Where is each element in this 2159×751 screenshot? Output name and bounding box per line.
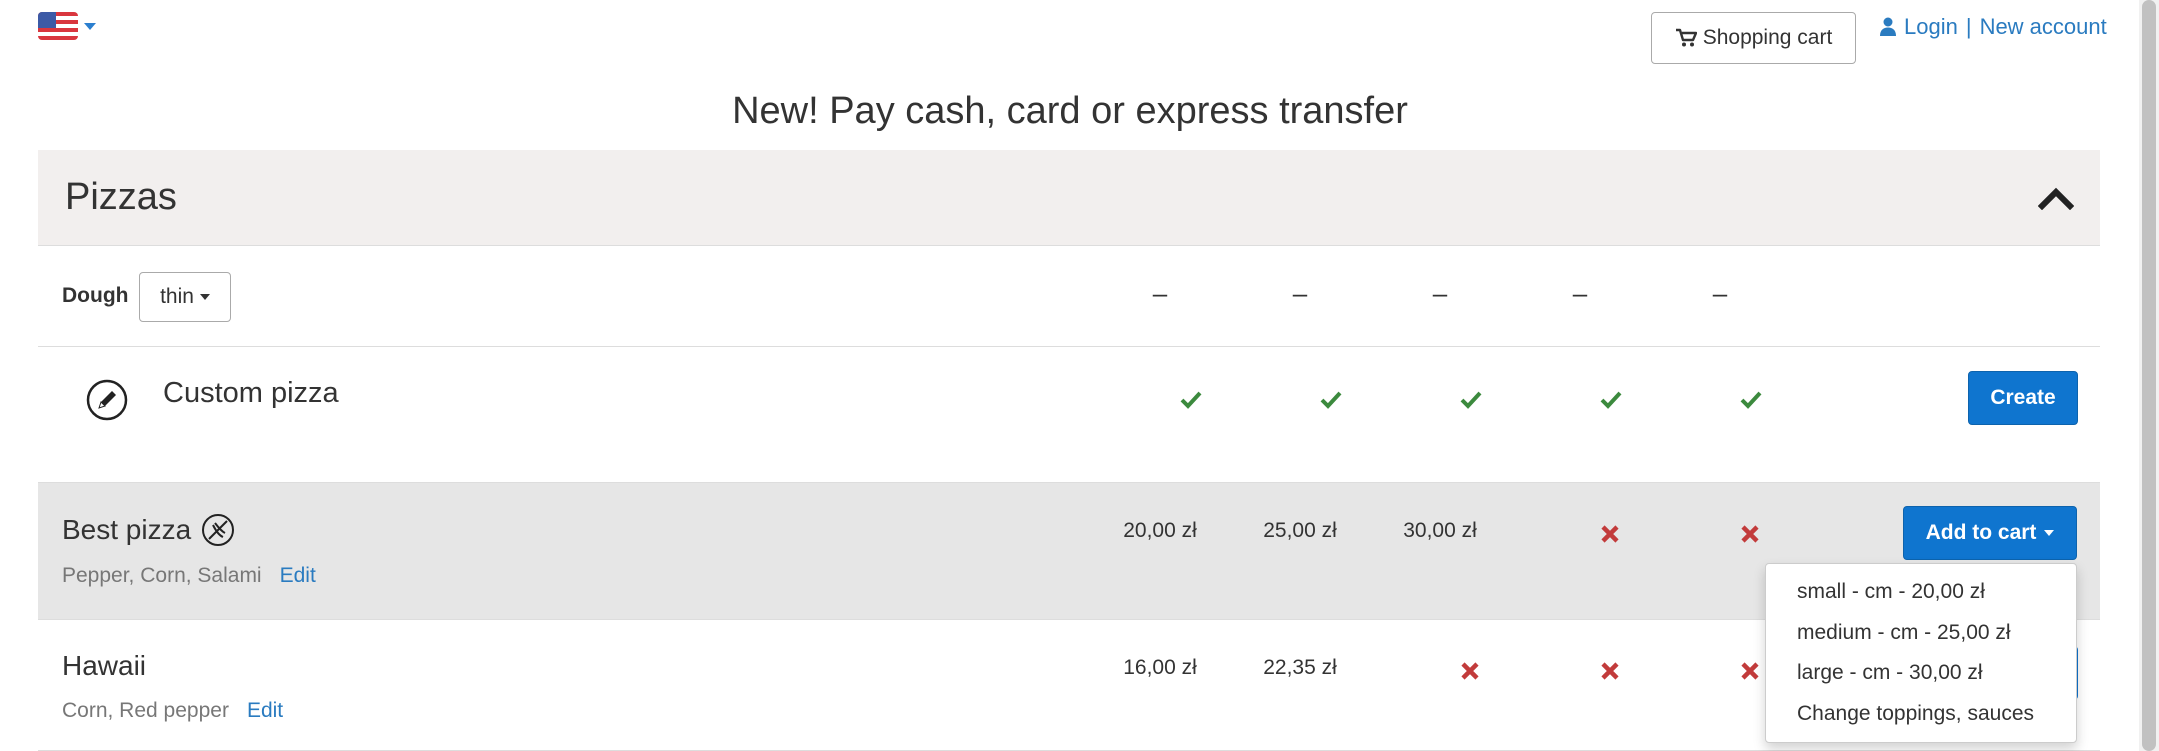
toppings-text: Pepper, Corn, Salami bbox=[62, 564, 262, 587]
add-to-cart-dropdown: small - cm - 20,00 zł medium - cm - 25,0… bbox=[1765, 563, 2077, 743]
promo-banner: New! Pay cash, card or express transfer bbox=[732, 90, 1408, 132]
price-cell: 22,35 zł bbox=[1263, 656, 1337, 679]
dropdown-item-change-toppings[interactable]: Change toppings, sauces bbox=[1766, 694, 2076, 735]
pizza-name-text: Best pizza bbox=[62, 514, 192, 545]
cross-icon bbox=[1461, 662, 1479, 680]
auth-separator: | bbox=[1965, 14, 1972, 39]
chevron-up-icon[interactable] bbox=[2038, 184, 2074, 210]
dough-value: thin bbox=[160, 285, 194, 308]
dropdown-item-large[interactable]: large - cm - 30,00 zł bbox=[1766, 653, 2076, 694]
new-account-link[interactable]: New account bbox=[1980, 14, 2107, 40]
auth-links: Login | New account bbox=[1880, 14, 2107, 40]
dough-select[interactable]: thin bbox=[139, 272, 231, 322]
custom-pizza-title: Custom pizza bbox=[163, 377, 339, 409]
cross-icon bbox=[1741, 662, 1759, 680]
check-icon bbox=[1600, 391, 1622, 409]
check-icon bbox=[1740, 391, 1762, 409]
cart-icon bbox=[1675, 28, 1697, 47]
shopping-cart-label: Shopping cart bbox=[1702, 26, 1833, 49]
chevron-down-icon bbox=[84, 22, 96, 30]
check-icon bbox=[1460, 391, 1482, 409]
price-cell: 25,00 zł bbox=[1263, 519, 1337, 542]
price-cell: 20,00 zł bbox=[1123, 519, 1197, 542]
check-icon bbox=[1180, 391, 1202, 409]
price-cell: 30,00 zł bbox=[1403, 519, 1477, 542]
dropdown-item-small[interactable]: small - cm - 20,00 zł bbox=[1766, 572, 2076, 613]
dough-label: Dough bbox=[62, 284, 129, 307]
pizza-name: Best pizza bbox=[62, 513, 235, 547]
language-selector[interactable] bbox=[38, 12, 96, 40]
add-to-cart-label: Add to cart bbox=[1925, 521, 2037, 544]
pizza-toppings: Corn, Red pepper Edit bbox=[62, 699, 283, 723]
panel-title: Pizzas bbox=[65, 176, 177, 218]
cross-icon bbox=[1741, 525, 1759, 543]
add-to-cart-button[interactable]: Add to cart bbox=[1903, 506, 2077, 560]
pencil-icon bbox=[86, 379, 128, 421]
price-cell: 16,00 zł bbox=[1123, 656, 1197, 679]
edit-link[interactable]: Edit bbox=[280, 564, 316, 588]
create-custom-pizza-button[interactable]: Create bbox=[1968, 371, 2078, 425]
user-icon bbox=[1880, 17, 1896, 36]
size-column-header: – bbox=[1432, 278, 1448, 308]
pizzas-panel-header[interactable]: Pizzas bbox=[38, 150, 2100, 246]
size-column-header: – bbox=[1712, 278, 1728, 308]
custom-pizza-row: Custom pizza Create bbox=[38, 347, 2100, 483]
check-icon bbox=[1320, 391, 1342, 409]
pizza-name: Hawaii bbox=[62, 650, 146, 682]
dropdown-item-medium[interactable]: medium - cm - 25,00 zł bbox=[1766, 613, 2076, 654]
login-link[interactable]: Login bbox=[1904, 14, 1958, 40]
scrollbar-thumb[interactable] bbox=[2142, 0, 2156, 751]
size-column-header: – bbox=[1152, 278, 1168, 308]
size-column-header: – bbox=[1572, 278, 1588, 308]
us-flag-icon bbox=[38, 12, 78, 40]
toppings-text: Corn, Red pepper bbox=[62, 699, 229, 722]
pizza-name-text: Hawaii bbox=[62, 650, 147, 681]
shopping-cart-button[interactable]: Shopping cart bbox=[1651, 12, 1856, 64]
size-column-header: – bbox=[1292, 278, 1308, 308]
dough-row: Dough thin – – – – – bbox=[38, 246, 2100, 347]
no-meat-icon bbox=[202, 514, 235, 546]
scrollbar[interactable] bbox=[2139, 0, 2159, 751]
chevron-down-icon bbox=[199, 294, 210, 300]
cross-icon bbox=[1601, 662, 1619, 680]
edit-link[interactable]: Edit bbox=[247, 699, 283, 723]
pizza-toppings: Pepper, Corn, Salami Edit bbox=[62, 564, 316, 588]
chevron-down-icon bbox=[2044, 530, 2055, 536]
cross-icon bbox=[1601, 525, 1619, 543]
